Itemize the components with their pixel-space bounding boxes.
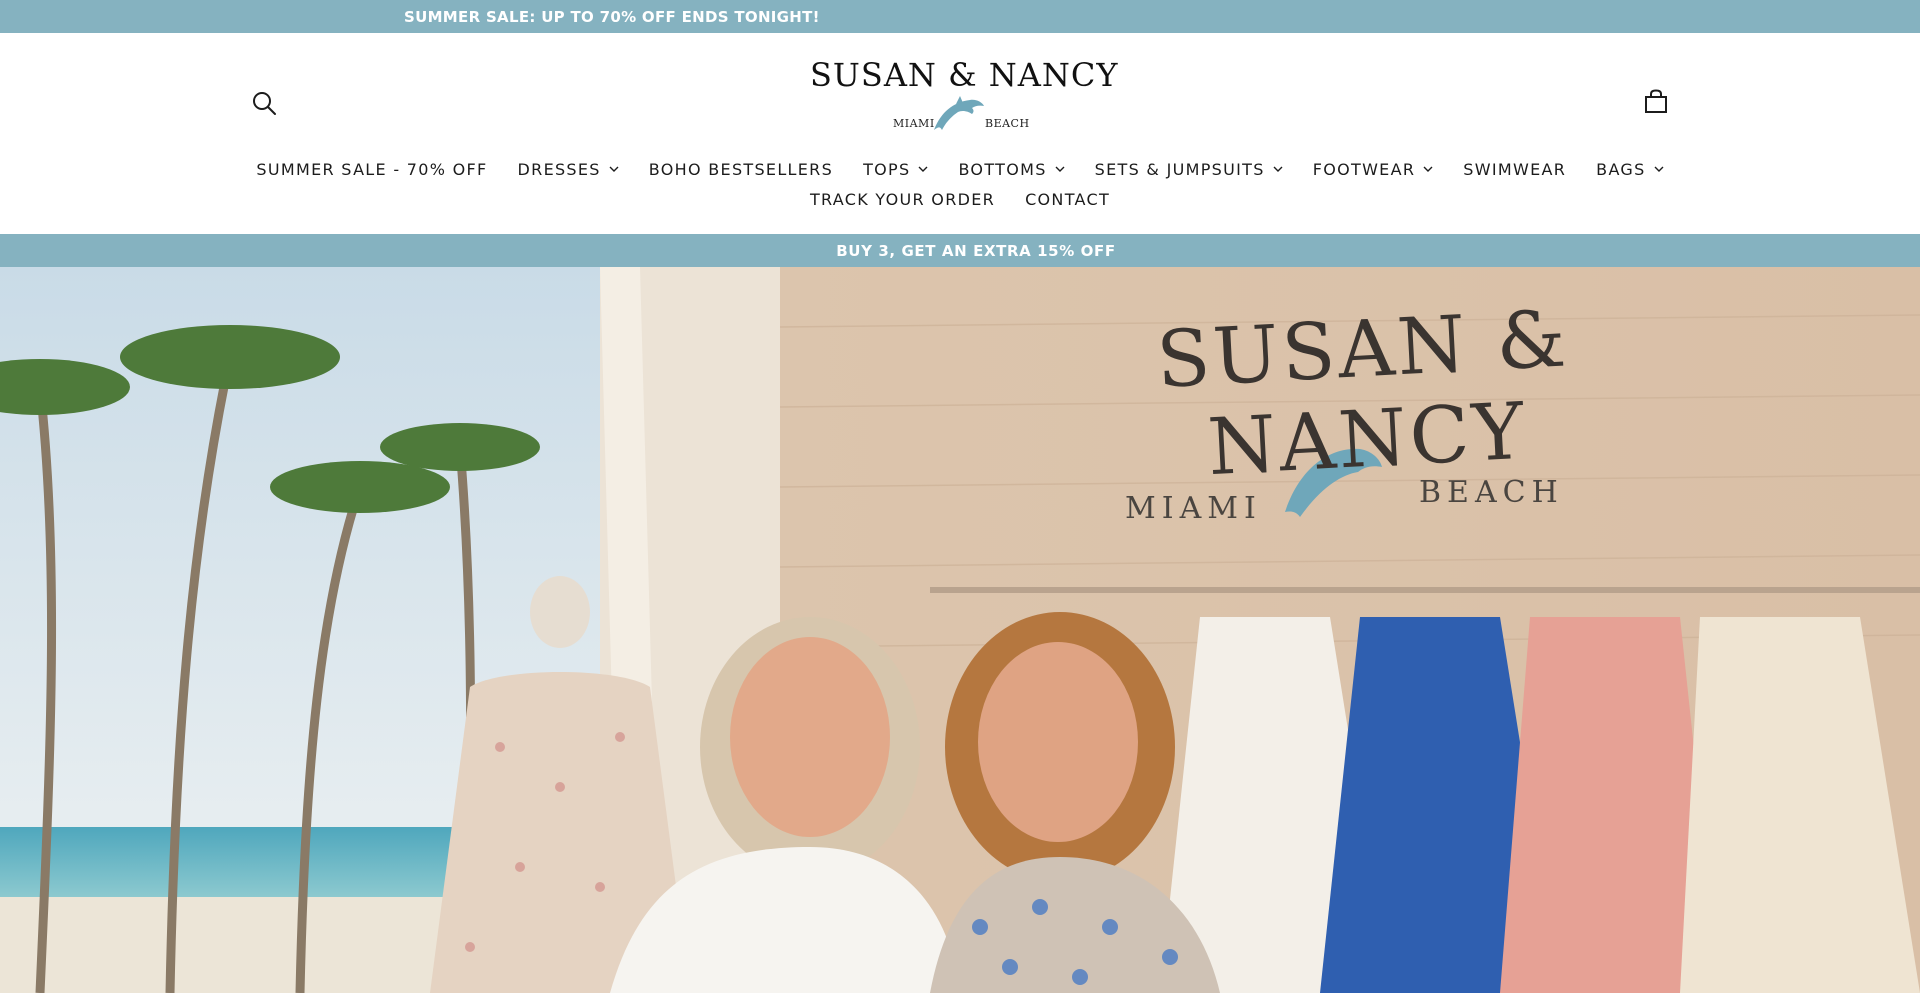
- nav-label: SUMMER SALE - 70% OFF: [256, 159, 488, 179]
- nav-label: TRACK YOUR ORDER: [809, 189, 996, 209]
- nav-bottoms[interactable]: BOTTOMS: [943, 157, 1079, 181]
- nav-bags[interactable]: BAGS: [1581, 157, 1678, 181]
- chevron-down-icon: [1654, 166, 1664, 172]
- logo-wordmark: SUSAN & NANCY: [810, 56, 1119, 94]
- chevron-down-icon: [1273, 166, 1283, 172]
- chevron-down-icon: [1423, 166, 1433, 172]
- nav-sets-jumpsuits[interactable]: SETS & JUMPSUITS: [1080, 157, 1298, 181]
- logo-subline: MIAMI BEACH: [810, 94, 1110, 134]
- nav-label: CONTACT: [1025, 189, 1111, 209]
- main-nav-row-1: SUMMER SALE - 70% OFF DRESSES BOHO BESTS…: [0, 157, 1920, 181]
- chevron-down-icon: [609, 166, 619, 172]
- nav-tops[interactable]: TOPS: [848, 157, 943, 181]
- dolphin-icon: [934, 96, 984, 130]
- nav-label: TOPS: [863, 159, 911, 179]
- wall-sign-left-word: MIAMI: [1125, 491, 1262, 526]
- nav-boho-bestsellers[interactable]: BOHO BESTSELLERS: [634, 157, 848, 181]
- announcement-bar-bottom: BUY 3, GET AN EXTRA 15% OFF: [0, 234, 1920, 267]
- nav-label: DRESSES: [517, 159, 601, 179]
- site-logo[interactable]: SUSAN & NANCY MIAMI BEACH: [810, 56, 1119, 139]
- nav-label: FOOTWEAR: [1312, 159, 1416, 179]
- shopping-bag-icon: [1645, 89, 1667, 113]
- nav-label: BOTTOMS: [958, 159, 1047, 179]
- nav-swimwear[interactable]: SWIMWEAR: [1448, 157, 1581, 181]
- nav-label: BAGS: [1596, 159, 1646, 179]
- logo-left-word: MIAMI: [893, 117, 935, 130]
- promo-text[interactable]: BUY 3, GET AN EXTRA 15% OFF: [836, 242, 1115, 260]
- nav-label: SETS & JUMPSUITS: [1094, 159, 1265, 179]
- search-icon: [253, 92, 276, 115]
- nav-footwear[interactable]: FOOTWEAR: [1298, 157, 1449, 181]
- hero-banner[interactable]: SUSAN & NANCY MIAMI BEACH: [0, 267, 1920, 993]
- wall-sign-name: SUSAN & NANCY: [1154, 294, 1571, 494]
- nav-summer-sale[interactable]: SUMMER SALE - 70% OFF: [241, 157, 502, 181]
- nav-dresses[interactable]: DRESSES: [503, 157, 634, 181]
- announcement-bar-top: SUMMER SALE: UP TO 70% OFF ENDS TONIGHT!: [0, 0, 1920, 33]
- search-button[interactable]: [250, 89, 278, 117]
- wall-sign: SUSAN & NANCY MIAMI BEACH: [1005, 294, 1725, 526]
- nav-label: SWIMWEAR: [1463, 159, 1567, 179]
- chevron-down-icon: [918, 166, 928, 172]
- announcement-text[interactable]: SUMMER SALE: UP TO 70% OFF ENDS TONIGHT!: [404, 8, 820, 26]
- logo-right-word: BEACH: [985, 117, 1030, 130]
- main-nav-row-2: TRACK YOUR ORDER CONTACT: [0, 187, 1920, 211]
- chevron-down-icon: [1055, 166, 1065, 172]
- nav-label: BOHO BESTSELLERS: [648, 159, 834, 179]
- nav-track-order[interactable]: TRACK YOUR ORDER: [795, 187, 1010, 211]
- wall-sign-right-word: BEACH: [1419, 475, 1564, 510]
- site-header: SUSAN & NANCY MIAMI BEACH SUMMER SALE - …: [0, 33, 1920, 234]
- nav-contact[interactable]: CONTACT: [1010, 187, 1125, 211]
- cart-button[interactable]: [1642, 88, 1670, 116]
